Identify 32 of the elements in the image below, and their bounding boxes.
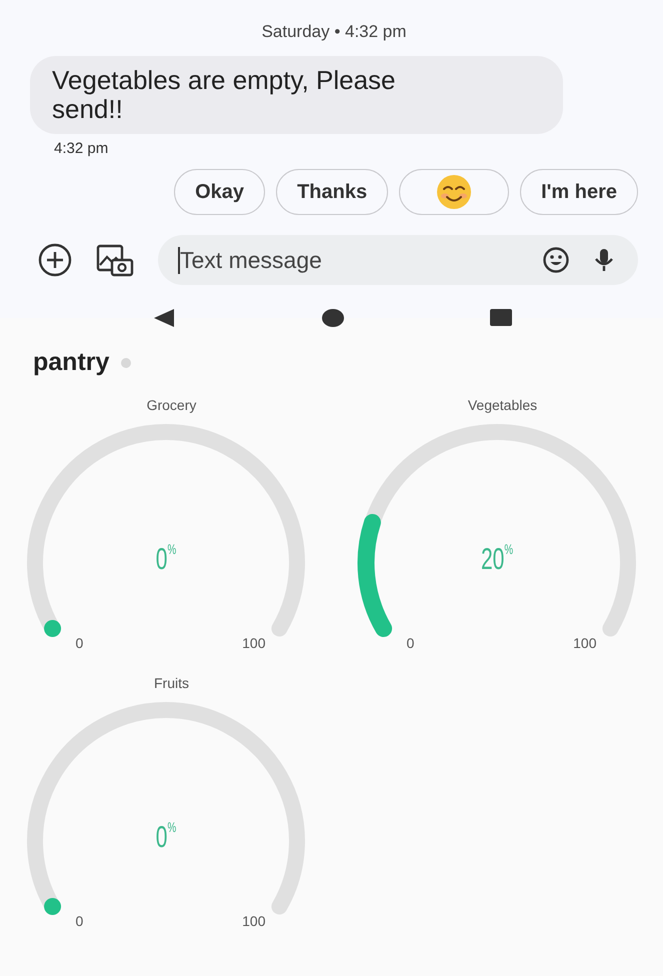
gauge-min-label: 0 <box>76 635 84 651</box>
smiling-face-icon <box>436 174 472 210</box>
back-icon[interactable] <box>152 307 176 329</box>
gauge-max-label: 100 <box>242 635 266 651</box>
add-icon[interactable] <box>38 243 72 277</box>
gauge-max-label: 100 <box>242 913 266 929</box>
status-dot-icon <box>121 358 132 368</box>
smart-reply-chip[interactable]: I'm here <box>520 169 638 215</box>
date-header: Saturday • 4:32 pm <box>260 22 408 42</box>
recents-icon[interactable] <box>489 307 513 329</box>
gauge-value: 20$^{%}$ <box>479 543 514 577</box>
gauge-fill <box>44 620 61 637</box>
emoji-icon[interactable] <box>542 246 570 274</box>
dashboard-title: pantry <box>33 348 110 377</box>
smart-reply-chip[interactable]: Thanks <box>276 169 388 215</box>
gauge-value: 0$^{%}$ <box>154 821 177 855</box>
smart-reply-chip[interactable]: Okay <box>174 169 266 215</box>
microphone-icon[interactable] <box>592 246 616 274</box>
gauge-label: Grocery <box>146 397 196 413</box>
gauge-label: Fruits <box>153 675 189 691</box>
gauge-value: 0$^{%}$ <box>154 543 177 577</box>
home-icon[interactable] <box>320 307 344 329</box>
message-input-field[interactable]: Text message <box>158 235 638 285</box>
gauge-min-label: 0 <box>406 635 414 651</box>
gauge-min-label: 0 <box>76 913 84 929</box>
gallery-camera-icon[interactable] <box>96 243 134 277</box>
message-time: 4:32 pm <box>54 140 110 157</box>
gauge-max-label: 100 <box>573 635 596 651</box>
text-input[interactable]: Text message <box>178 246 528 274</box>
gauge-label: Vegetables <box>466 397 538 413</box>
gauge-fill <box>44 898 61 915</box>
message-bubble: Vegetables are empty, Please send!! <box>30 56 563 134</box>
